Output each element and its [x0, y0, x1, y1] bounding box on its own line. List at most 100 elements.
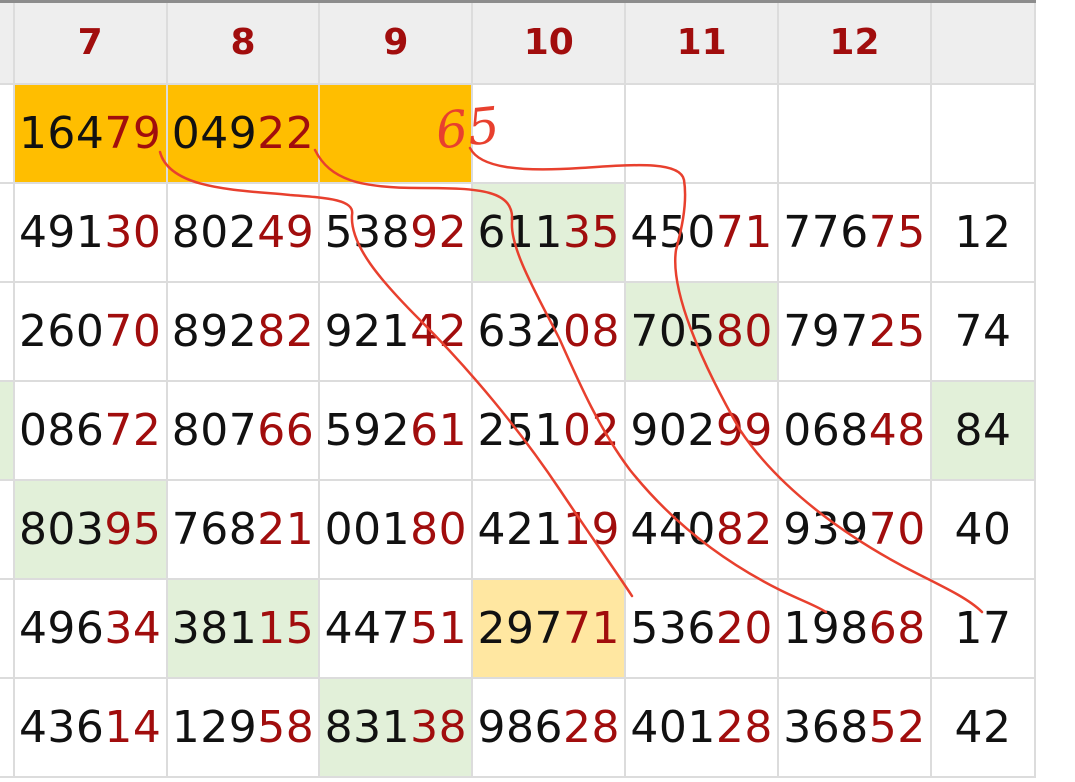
result-cell[interactable]: 80395: [12, 478, 168, 580]
result-cell[interactable]: 49130: [12, 181, 168, 283]
result-cell[interactable]: 3: [0, 379, 15, 481]
cell-leading-digits: 260: [18, 305, 105, 357]
result-cell[interactable]: 0: [0, 181, 15, 283]
result-cell[interactable]: 40128: [624, 676, 780, 778]
cell-tail-digits: 71: [715, 206, 773, 258]
result-cell[interactable]: 76821: [165, 478, 321, 580]
result-cell[interactable]: [777, 82, 932, 184]
result-cell[interactable]: 74: [929, 280, 1037, 382]
cell-leading-digits: 902: [630, 404, 716, 456]
result-cell[interactable]: [624, 82, 780, 184]
result-cell[interactable]: 36852: [777, 676, 932, 778]
cell-tail-digits: 7: [0, 603, 2, 654]
cell-tail-digits: 5: [0, 702, 2, 753]
result-cell[interactable]: 80249: [165, 181, 321, 283]
result-cell[interactable]: 44082: [624, 478, 780, 580]
result-cell[interactable]: [318, 82, 474, 184]
result-cell[interactable]: 00180: [318, 478, 474, 580]
cell-leading-digits: 068: [783, 404, 869, 456]
result-cell[interactable]: 04922: [165, 82, 321, 184]
cell-leading-digits: 42: [954, 701, 1012, 753]
cell-tail-digits: 15: [257, 602, 315, 654]
result-cell[interactable]: 7: [0, 577, 15, 679]
result-cell[interactable]: 98628: [471, 676, 627, 778]
cell-leading-digits: 592: [324, 404, 411, 456]
result-cell[interactable]: 42119: [471, 478, 627, 580]
table-row: 543614129588313898628401283685242: [0, 676, 1037, 778]
result-cell[interactable]: 80766: [165, 379, 321, 481]
result-cell[interactable]: 40: [929, 478, 1037, 580]
result-cell[interactable]: 59261: [318, 379, 474, 481]
cell-tail-digits: 28: [715, 701, 773, 753]
column-header-11[interactable]: 11: [624, 0, 780, 85]
cell-leading-digits: 803: [18, 503, 105, 555]
result-cell[interactable]: 93970: [777, 478, 932, 580]
column-header-8[interactable]: 8: [165, 0, 321, 85]
result-cell[interactable]: 70580: [624, 280, 780, 382]
grid-body: 7164790492204913080249538926113545071776…: [0, 82, 1037, 778]
result-cell[interactable]: 38115: [165, 577, 321, 679]
table-row: 71647904922: [0, 82, 1037, 184]
cell-tail-digits: 71: [563, 602, 620, 654]
result-cell[interactable]: 53620: [624, 577, 780, 679]
result-cell[interactable]: 12958: [165, 676, 321, 778]
result-cell[interactable]: 12: [929, 181, 1037, 283]
cell-tail-digits: 82: [257, 305, 315, 357]
screenshot-viewport: 7 8 9 10 11 12 7164790492204913080249538…: [0, 0, 1075, 782]
cell-tail-digits: 48: [868, 404, 926, 456]
result-cell[interactable]: 2: [0, 280, 15, 382]
result-cell[interactable]: 53892: [318, 181, 474, 283]
result-cell[interactable]: 26070: [12, 280, 168, 382]
result-cell[interactable]: 43614: [12, 676, 168, 778]
result-cell[interactable]: 16479: [12, 82, 168, 184]
result-cell[interactable]: 92142: [318, 280, 474, 382]
result-cell[interactable]: 45071: [624, 181, 780, 283]
cell-leading-digits: 297: [477, 602, 563, 654]
cell-tail-digits: 38: [410, 701, 468, 753]
result-cell[interactable]: 25102: [471, 379, 627, 481]
result-cell[interactable]: 63208: [471, 280, 627, 382]
result-cell[interactable]: 84: [929, 379, 1037, 481]
cell-leading-digits: 831: [324, 701, 411, 753]
result-cell[interactable]: 06848: [777, 379, 932, 481]
cell-leading-digits: 491: [18, 206, 105, 258]
cell-leading-digits: 40: [954, 503, 1012, 555]
column-header-10[interactable]: 10: [471, 0, 627, 85]
result-cell[interactable]: 08672: [12, 379, 168, 481]
cell-tail-digits: 28: [563, 701, 620, 753]
cell-leading-digits: 84: [954, 404, 1012, 456]
column-header-12[interactable]: 12: [777, 0, 932, 85]
result-cell[interactable]: 7: [0, 82, 15, 184]
result-cell[interactable]: [929, 82, 1037, 184]
result-cell[interactable]: 17: [929, 577, 1037, 679]
result-cell[interactable]: 61135: [471, 181, 627, 283]
cell-leading-digits: 401: [630, 701, 716, 753]
cell-tail-digits: 52: [868, 701, 926, 753]
result-cell[interactable]: 83138: [318, 676, 474, 778]
result-cell[interactable]: 3: [0, 478, 15, 580]
result-cell[interactable]: 49634: [12, 577, 168, 679]
cell-tail-digits: 2: [0, 306, 2, 357]
cell-tail-digits: 70: [104, 305, 162, 357]
column-header-7[interactable]: 7: [12, 0, 168, 85]
cell-leading-digits: 368: [783, 701, 869, 753]
result-cell[interactable]: [471, 82, 627, 184]
result-cell[interactable]: 29771: [471, 577, 627, 679]
result-cell[interactable]: 79725: [777, 280, 932, 382]
cell-leading-digits: 001: [324, 503, 411, 555]
result-cell[interactable]: 77675: [777, 181, 932, 283]
cell-leading-digits: 74: [954, 305, 1012, 357]
result-cell[interactable]: 19868: [777, 577, 932, 679]
cell-leading-digits: 421: [477, 503, 563, 555]
result-cell[interactable]: 42: [929, 676, 1037, 778]
result-cell[interactable]: 5: [0, 676, 15, 778]
cell-leading-digits: 049: [171, 107, 258, 159]
result-cell[interactable]: 90299: [624, 379, 780, 481]
result-cell[interactable]: 44751: [318, 577, 474, 679]
cell-leading-digits: 440: [630, 503, 716, 555]
cell-leading-digits: 436: [18, 701, 105, 753]
column-header-9[interactable]: 9: [318, 0, 474, 85]
column-header-prev: [0, 0, 15, 85]
result-cell[interactable]: 89282: [165, 280, 321, 382]
cell-leading-digits: 802: [171, 206, 258, 258]
